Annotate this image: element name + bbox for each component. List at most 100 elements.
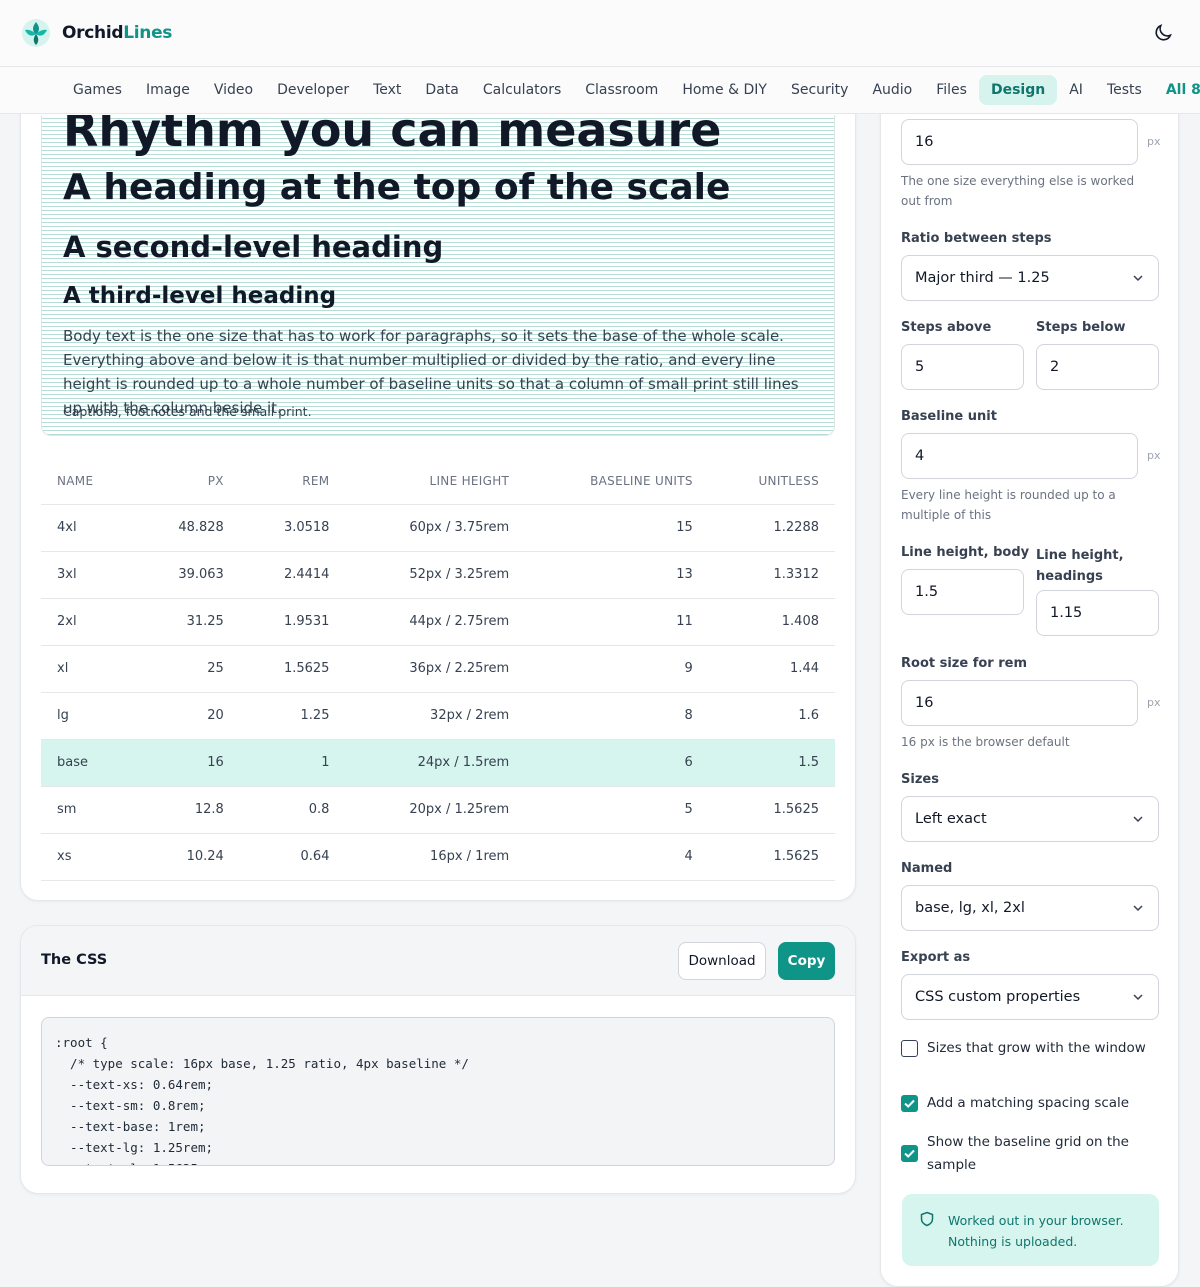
shield-icon [920, 1211, 934, 1227]
nav-item-developer[interactable]: Developer [265, 75, 361, 105]
sizes-select[interactable]: Left exact [901, 796, 1159, 842]
steps-above-input[interactable]: 5 [901, 344, 1024, 390]
cell-baseline-units: 8 [525, 692, 709, 740]
cell-line-height: 16px / 1rem [345, 833, 526, 881]
baseline-label: Baseline unit [901, 409, 997, 424]
nav-item-audio[interactable]: Audio [860, 75, 924, 105]
chevron-down-icon [1133, 275, 1143, 282]
cell-baseline-units: 9 [525, 645, 709, 693]
baseline-input[interactable]: 4 [901, 433, 1138, 479]
ratio-label: Ratio between steps [901, 231, 1052, 246]
spacing-scale-label[interactable]: Add a matching spacing scale [927, 1092, 1129, 1115]
lh-headings-label: Line height, headings [1036, 548, 1124, 584]
cell-name: sm [41, 786, 135, 834]
nav-item-security[interactable]: Security [779, 75, 861, 105]
lh-body-value: 1.5 [915, 584, 939, 600]
named-select[interactable]: base, lg, xl, 2xl [901, 885, 1159, 931]
cell-name: 4xl [41, 504, 135, 552]
chevron-down-icon [1133, 994, 1143, 1001]
cell-name: lg [41, 692, 135, 740]
css-code-output[interactable]: :root { /* type scale: 16px base, 1.25 r… [41, 1017, 835, 1166]
col-line-height: LINE HEIGHT [345, 458, 526, 505]
privacy-notice-text: Worked out in your browser. Nothing is u… [948, 1213, 1124, 1249]
baseline-value: 4 [915, 448, 925, 464]
cell-unitless: 1.5 [708, 739, 835, 787]
cell-rem: 1.5625 [239, 645, 346, 693]
nav-item-games[interactable]: Games [61, 75, 134, 105]
preview-heading-1: A heading at the top of the scale [63, 167, 731, 208]
cell-unitless: 1.2288 [708, 504, 835, 552]
root-size-hint: 16 px is the browser default [901, 735, 1070, 749]
nav-item-image[interactable]: Image [134, 75, 202, 105]
cell-unitless: 1.5625 [708, 833, 835, 881]
col-px: PX [134, 458, 240, 505]
cell-px: 12.8 [134, 786, 240, 834]
settings-panel: 16 px The one size everything else is wo… [880, 88, 1179, 1287]
steps-below-label: Steps below [1036, 320, 1126, 335]
logo[interactable]: OrchidLines [20, 17, 172, 49]
check-icon [904, 1149, 915, 1158]
cell-baseline-units: 4 [525, 833, 709, 881]
lh-body-input[interactable]: 1.5 [901, 569, 1024, 615]
steps-below-input[interactable]: 2 [1036, 344, 1159, 390]
cell-baseline-units: 5 [525, 786, 709, 834]
table-row: sm 12.8 0.8 20px / 1.25rem 5 1.5625 [41, 786, 835, 834]
table-row: xl 25 1.5625 36px / 2.25rem 9 1.44 [41, 645, 835, 693]
baseline-grid-label[interactable]: Show the baseline grid on the sample [927, 1131, 1137, 1177]
table-row: lg 20 1.25 32px / 2rem 8 1.6 [41, 692, 835, 740]
table-row: 4xl 48.828 3.0518 60px / 3.75rem 15 1.22… [41, 504, 835, 552]
cell-px: 39.063 [134, 551, 240, 599]
lh-headings-input[interactable]: 1.15 [1036, 590, 1159, 636]
fluid-sizes-checkbox[interactable] [901, 1040, 918, 1057]
download-button[interactable]: Download [678, 942, 766, 980]
spacing-scale-checkbox[interactable] [901, 1095, 918, 1112]
export-select[interactable]: CSS custom properties [901, 974, 1159, 1020]
nav-item-classroom[interactable]: Classroom [573, 75, 670, 105]
cell-rem: 1.25 [239, 692, 346, 740]
base-size-input[interactable]: 16 [901, 119, 1138, 165]
cell-line-height: 32px / 2rem [345, 692, 526, 740]
nav-item-design[interactable]: Design [978, 75, 1058, 105]
nav-item-tests[interactable]: Tests [1095, 75, 1154, 105]
cell-px: 20 [134, 692, 240, 740]
steps-above-label: Steps above [901, 320, 992, 335]
category-nav: Games Image Video Developer Text Data Ca… [0, 67, 1200, 114]
root-size-input[interactable]: 16 [901, 680, 1138, 726]
nav-item-home-diy[interactable]: Home & DIY [670, 75, 779, 105]
preview-heading-3: A third-level heading [63, 283, 337, 309]
cell-px: 25 [134, 645, 240, 693]
nav-item-files[interactable]: Files [924, 75, 979, 105]
root-size-label: Root size for rem [901, 656, 1028, 671]
moon-icon[interactable] [1152, 22, 1174, 44]
root-size-unit: px [1147, 696, 1161, 709]
nav-item-calculators[interactable]: Calculators [471, 75, 573, 105]
col-rem: REM [239, 458, 346, 505]
cell-name: xs [41, 833, 135, 881]
preview-display: Rhythm you can measure [63, 115, 722, 157]
ratio-select[interactable]: Major third — 1.25 [901, 255, 1159, 301]
cell-px: 31.25 [134, 598, 240, 646]
cell-px: 16 [134, 739, 240, 787]
brand-name: OrchidLines [62, 23, 172, 43]
cell-line-height: 36px / 2.25rem [345, 645, 526, 693]
cell-unitless: 1.5625 [708, 786, 835, 834]
nav-item-all[interactable]: All 868 [1154, 75, 1200, 105]
copy-button[interactable]: Copy [778, 942, 835, 980]
cell-rem: 1.9531 [239, 598, 346, 646]
table-row: xs 10.24 0.64 16px / 1rem 4 1.5625 [41, 833, 835, 881]
cell-line-height: 20px / 1.25rem [345, 786, 526, 834]
cell-unitless: 1.44 [708, 645, 835, 693]
base-size-hint: The one size everything else is worked o… [901, 174, 1135, 208]
cell-name: base [41, 739, 135, 787]
nav-item-video[interactable]: Video [202, 75, 265, 105]
nav-item-data[interactable]: Data [413, 75, 470, 105]
named-value: base, lg, xl, 2xl [915, 900, 1025, 916]
fluid-sizes-label[interactable]: Sizes that grow with the window [927, 1037, 1146, 1060]
cell-rem: 3.0518 [239, 504, 346, 552]
scale-table: NAME PX REM LINE HEIGHT BASELINE UNITS U… [41, 458, 835, 881]
cell-rem: 0.64 [239, 833, 346, 881]
nav-item-ai[interactable]: AI [1057, 75, 1095, 105]
nav-item-text[interactable]: Text [361, 75, 413, 105]
baseline-grid-checkbox[interactable] [901, 1145, 918, 1162]
cell-name: 2xl [41, 598, 135, 646]
